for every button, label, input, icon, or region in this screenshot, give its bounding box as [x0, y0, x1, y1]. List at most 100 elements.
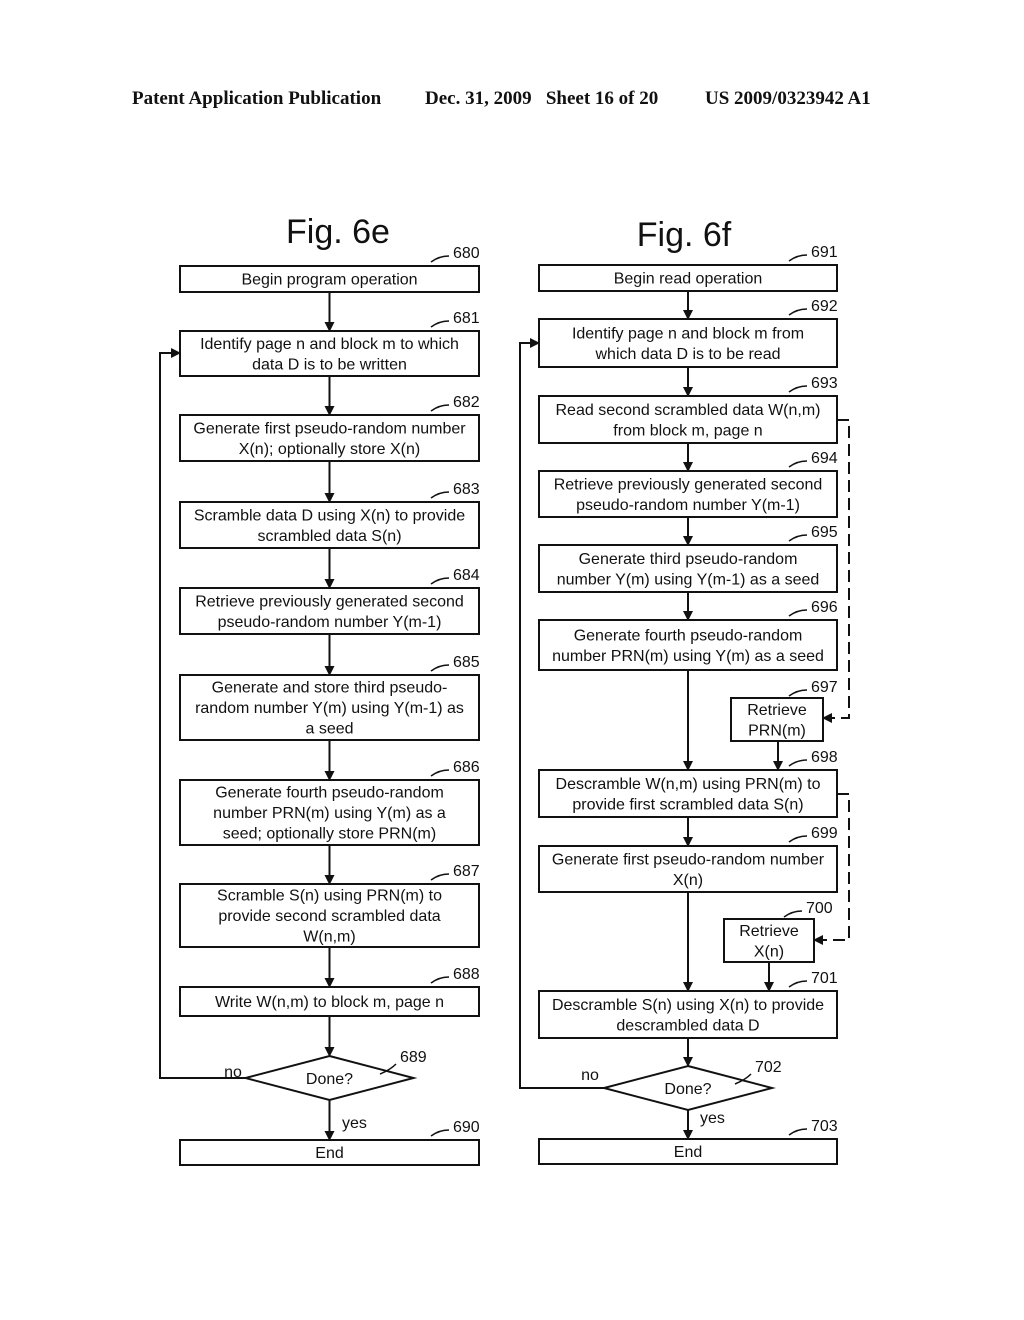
reference-number: 693 [811, 375, 838, 392]
process-box-text: X(n); optionally store X(n) [239, 441, 420, 458]
reference-number: 687 [453, 863, 480, 880]
reference-number: 685 [453, 654, 480, 671]
process-box-text: Write W(n,m) to block m, page n [215, 994, 444, 1011]
reference-number: 690 [453, 1119, 480, 1136]
reference-number: 701 [811, 970, 838, 987]
decision-diamond-689: Done? 689 [241, 1049, 427, 1102]
ref-leader [788, 689, 808, 697]
ref-leader [788, 534, 808, 542]
process-box-text: Generate first pseudo-random number [193, 420, 466, 437]
ref-leader [783, 910, 803, 918]
process-box-text: from block m, page n [613, 422, 762, 439]
process-box-text: End [674, 1144, 702, 1161]
reference-number: 703 [811, 1118, 838, 1135]
process-box-text: Descramble S(n) using X(n) to provide [552, 997, 824, 1014]
process-box-text: data D is to be written [252, 356, 407, 373]
process-box-text: number PRN(m) using Y(m) as a seed [552, 648, 824, 665]
reference-number: 695 [811, 524, 838, 541]
ref-leader [430, 491, 450, 499]
process-box-text: Retrieve previously generated second [195, 593, 464, 610]
reference-number: 697 [811, 679, 838, 696]
loop-back-arrow [519, 338, 604, 1089]
process-box-text: Begin program operation [241, 272, 417, 289]
process-box-700: Retrieve X(n) 700 [723, 900, 833, 963]
figure-title-6e: Fig. 6e [286, 213, 390, 251]
process-box-680: Begin program operation 680 [179, 245, 480, 293]
ref-leader [430, 577, 450, 585]
reference-number: 681 [453, 310, 480, 327]
process-box-text: Generate third pseudo-random [579, 551, 798, 568]
reference-number: 702 [755, 1059, 782, 1076]
process-box-text: Retrieve [747, 702, 807, 719]
reference-number: 686 [453, 759, 480, 776]
ref-leader [788, 835, 808, 843]
process-box-text: X(n) [673, 872, 703, 889]
process-box-text: W(n,m) [303, 929, 355, 946]
process-box-text: number Y(m) using Y(m-1) as a seed [557, 571, 820, 588]
reference-number: 689 [400, 1049, 427, 1066]
ref-leader [430, 404, 450, 412]
ref-leader [788, 308, 808, 316]
reference-number: 696 [811, 599, 838, 616]
ref-leader [430, 255, 450, 263]
process-box-text: Descramble W(n,m) using PRN(m) to [556, 776, 821, 793]
process-box-text: random number Y(m) using Y(m-1) as [195, 700, 464, 717]
process-box-text: Scramble data D using X(n) to provide [194, 507, 465, 524]
process-box-text: X(n) [754, 943, 784, 960]
process-box-text: a seed [305, 721, 353, 738]
ref-leader [788, 460, 808, 468]
ref-leader [788, 385, 808, 393]
reference-number: 680 [453, 245, 480, 262]
reference-number: 692 [811, 298, 838, 315]
decision-diamond-702: Done? 702 [600, 1059, 782, 1112]
ref-leader [430, 1129, 450, 1137]
ref-leader [430, 664, 450, 672]
process-box-text: number PRN(m) using Y(m) as a [213, 805, 446, 822]
process-box-text: Scramble S(n) using PRN(m) to [217, 888, 442, 905]
process-box-text: Generate and store third pseudo- [212, 680, 448, 697]
process-box-text: Identify page n and block m from [572, 325, 804, 342]
process-box-text: PRN(m) [748, 722, 806, 739]
figure-title-6f: Fig. 6f [637, 216, 732, 254]
ref-leader [430, 320, 450, 328]
ref-leader [788, 254, 808, 262]
process-box-text: provide second scrambled data [218, 908, 440, 925]
process-box-text: End [315, 1145, 343, 1162]
ref-leader [430, 976, 450, 984]
ref-leader [788, 759, 808, 767]
reference-number: 682 [453, 394, 480, 411]
decision-no-label: no [224, 1064, 242, 1081]
ref-leader [430, 769, 450, 777]
process-box-text: Generate first pseudo-random number [552, 851, 825, 868]
reference-number: 699 [811, 825, 838, 842]
process-box-text: Begin read operation [614, 271, 763, 288]
reference-number: 683 [453, 481, 480, 498]
process-box-text: scrambled data S(n) [257, 528, 401, 545]
process-box-text: pseudo-random number Y(m-1) [576, 497, 800, 514]
process-box-text: pseudo-random number Y(m-1) [218, 614, 442, 631]
ref-leader [430, 873, 450, 881]
decision-yes-label: yes [342, 1115, 367, 1132]
ref-leader [788, 980, 808, 988]
flowchart-diagram: Fig. 6e Begin program operation 680 Identif… [159, 213, 850, 1166]
ref-leader [788, 1128, 808, 1136]
reference-number: 694 [811, 450, 838, 467]
reference-number: 700 [806, 900, 833, 917]
reference-number: 688 [453, 966, 480, 983]
process-box-text: seed; optionally store PRN(m) [223, 826, 436, 843]
ref-leader [788, 609, 808, 617]
process-box-text: Generate fourth pseudo-random [574, 627, 803, 644]
process-box-text: Retrieve [739, 923, 799, 940]
reference-number: 691 [811, 244, 838, 261]
process-box-text: Identify page n and block m to which [200, 336, 459, 353]
decision-label: Done? [306, 1071, 353, 1088]
process-box-text: Retrieve previously generated second [554, 476, 823, 493]
reference-number: 698 [811, 749, 838, 766]
decision-no-label: no [581, 1067, 599, 1084]
process-box-text: Read second scrambled data W(n,m) [556, 402, 821, 419]
decision-label: Done? [664, 1081, 711, 1098]
process-box-text: Generate fourth pseudo-random [215, 785, 444, 802]
process-box-text: descrambled data D [616, 1017, 759, 1034]
decision-yes-label: yes [700, 1110, 725, 1127]
process-box-697: Retrieve PRN(m) 697 [730, 679, 838, 742]
